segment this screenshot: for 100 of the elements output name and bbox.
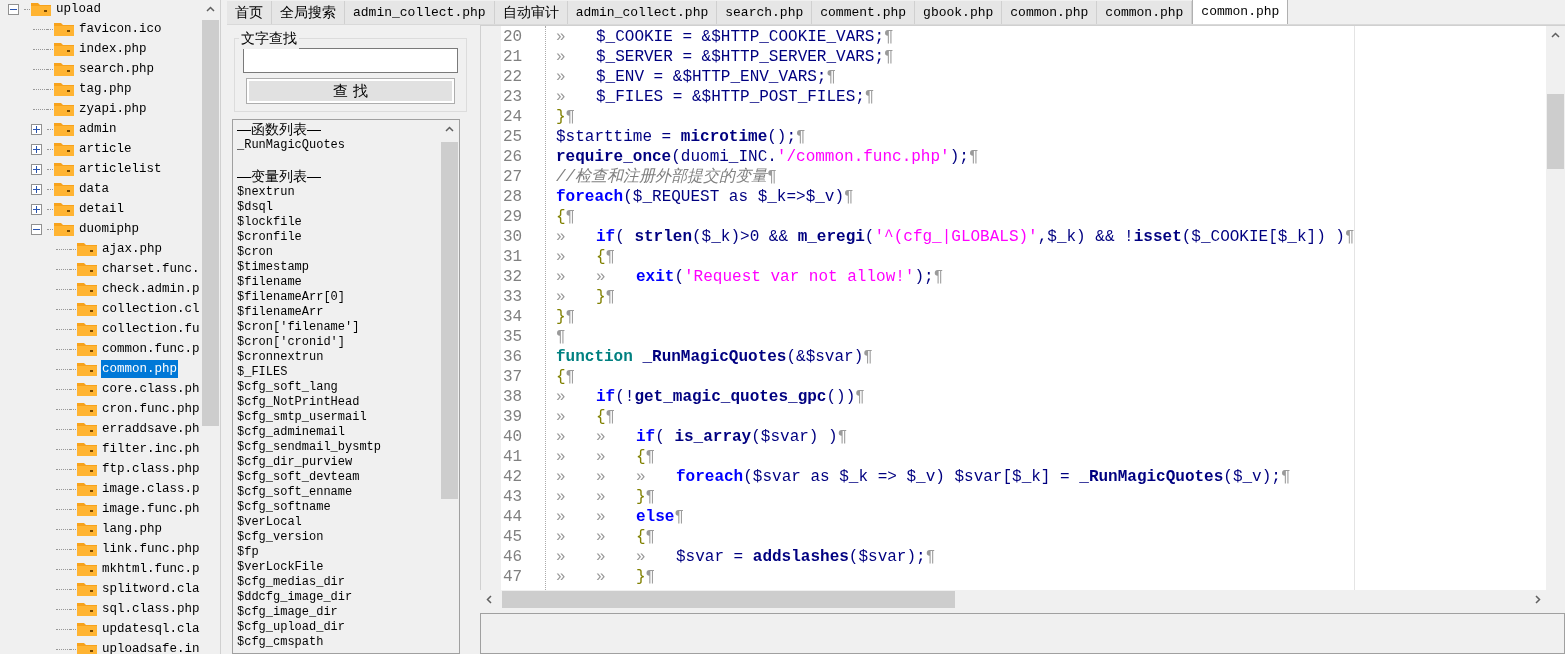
tab[interactable]: common.php: [1192, 0, 1289, 24]
tree-item[interactable]: sql.class.php: [101, 600, 201, 618]
tree-item[interactable]: upload: [55, 0, 102, 18]
tree-item[interactable]: uploadsafe.in: [101, 640, 201, 654]
symbol-item[interactable]: $cfg_cmspath: [237, 635, 440, 650]
scroll-thumb[interactable]: [1547, 94, 1564, 169]
symbol-item[interactable]: $fp: [237, 545, 440, 560]
tree-item[interactable]: core.class.ph: [101, 380, 201, 398]
symbol-item[interactable]: $verLocal: [237, 515, 440, 530]
symbol-item[interactable]: $cfg_NotPrintHead: [237, 395, 440, 410]
scroll-up-icon[interactable]: [206, 6, 215, 12]
symbol-item[interactable]: $lockfile: [237, 215, 440, 230]
code-line: //检查和注册外部提交的变量¶: [556, 167, 777, 187]
tab[interactable]: 全局搜索: [272, 1, 345, 24]
expand-toggle[interactable]: [31, 183, 42, 195]
symbol-item[interactable]: $cronnextrun: [237, 350, 440, 365]
scroll-thumb[interactable]: [441, 142, 458, 499]
symbol-item[interactable]: $cron['filename']: [237, 320, 440, 335]
tab[interactable]: common.php: [1002, 1, 1098, 24]
tree-item[interactable]: admin: [78, 120, 118, 138]
symbol-item[interactable]: $cfg_version: [237, 530, 440, 545]
tree-item[interactable]: image.class.p: [101, 480, 201, 498]
tree-item[interactable]: erraddsave.ph: [101, 420, 201, 438]
symbol-item[interactable]: $ddcfg_image_dir: [237, 590, 440, 605]
symbol-item[interactable]: $cfg_medias_dir: [237, 575, 440, 590]
tree-item[interactable]: collection.cl: [101, 300, 201, 318]
tree-item[interactable]: updatesql.cla: [101, 620, 201, 638]
tree-item[interactable]: check.admin.p: [101, 280, 201, 298]
symbol-item[interactable]: $cfg_soft_enname: [237, 485, 440, 500]
symbol-item[interactable]: $cfg_smtp_usermail: [237, 410, 440, 425]
symbol-item[interactable]: $filenameArr[0]: [237, 290, 440, 305]
expand-toggle[interactable]: [31, 143, 42, 155]
scroll-up-icon[interactable]: [1551, 32, 1560, 38]
tab[interactable]: admin_collect.php: [345, 1, 495, 24]
symbol-item[interactable]: $cron: [237, 245, 440, 260]
tree-item[interactable]: common.func.p: [101, 340, 201, 358]
tree-item[interactable]: favicon.ico: [78, 20, 163, 38]
symbol-item[interactable]: $cron['cronid']: [237, 335, 440, 350]
expand-toggle[interactable]: [31, 123, 42, 135]
symbol-item[interactable]: $filename: [237, 275, 440, 290]
symbol-item[interactable]: $cfg_softname: [237, 500, 440, 515]
tree-item[interactable]: common.php: [101, 360, 178, 378]
tree-item[interactable]: mkhtml.func.p: [101, 560, 201, 578]
tree-item[interactable]: zyapi.php: [78, 100, 148, 118]
tree-item[interactable]: link.func.php: [101, 540, 201, 558]
folder-icon: [76, 501, 98, 517]
symbol-item[interactable]: $verLockFile: [237, 560, 440, 575]
tree-item[interactable]: index.php: [78, 40, 148, 58]
tab[interactable]: search.php: [717, 1, 813, 24]
symbol-item[interactable]: $dsql: [237, 200, 440, 215]
tree-item[interactable]: charset.func.: [101, 260, 201, 278]
symbol-item[interactable]: $cfg_soft_lang: [237, 380, 440, 395]
symbol-item[interactable]: $cfg_upload_dir: [237, 620, 440, 635]
tab[interactable]: comment.php: [812, 1, 916, 24]
tree-item[interactable]: ajax.php: [101, 240, 163, 258]
expand-toggle[interactable]: [31, 163, 42, 175]
tab[interactable]: admin_collect.php: [567, 1, 718, 24]
symbol-item[interactable]: $timestamp: [237, 260, 440, 275]
expand-toggle[interactable]: [31, 203, 42, 215]
scroll-left-icon[interactable]: [486, 595, 492, 604]
symbol-item[interactable]: _RunMagicQuotes: [237, 138, 440, 153]
folder-icon: [76, 421, 98, 437]
tree-item[interactable]: articlelist: [78, 160, 163, 178]
collapse-toggle[interactable]: [31, 223, 42, 235]
tab[interactable]: 自动审计: [494, 1, 568, 24]
tree-item[interactable]: collection.fu: [101, 320, 201, 338]
tab[interactable]: 首页: [227, 1, 272, 24]
tree-item[interactable]: detail: [78, 200, 125, 218]
symbol-item[interactable]: $cronfile: [237, 230, 440, 245]
tree-item[interactable]: data: [78, 180, 110, 198]
search-button[interactable]: 查 找: [246, 78, 455, 104]
tab[interactable]: gbook.php: [915, 1, 1003, 24]
tree-item[interactable]: image.func.ph: [101, 500, 201, 518]
tree-item[interactable]: cron.func.php: [101, 400, 201, 418]
tab[interactable]: common.php: [1097, 1, 1193, 24]
collapse-toggle[interactable]: [8, 3, 19, 15]
code-editor[interactable]: [501, 26, 1546, 590]
symbol-item[interactable]: $cfg_adminemail: [237, 425, 440, 440]
scroll-thumb[interactable]: [502, 591, 955, 608]
tree-item[interactable]: tag.php: [78, 80, 133, 98]
symbol-item[interactable]: $cfg_sendmail_bysmtp: [237, 440, 440, 455]
symbol-item[interactable]: $cfg_dir_purview: [237, 455, 440, 470]
symbol-item[interactable]: $cfg_image_dir: [237, 605, 440, 620]
symbol-item[interactable]: $_FILES: [237, 365, 440, 380]
tree-item[interactable]: filter.inc.ph: [101, 440, 201, 458]
tree-item[interactable]: splitword.cla: [101, 580, 201, 598]
symbol-item[interactable]: $cfg_soft_devteam: [237, 470, 440, 485]
tree-item[interactable]: article: [78, 140, 133, 158]
tree-item[interactable]: ftp.class.php: [101, 460, 201, 478]
tree-item[interactable]: search.php: [78, 60, 155, 78]
line-number: 27: [502, 167, 523, 187]
scroll-up-icon[interactable]: [445, 126, 454, 132]
tree-item[interactable]: lang.php: [101, 520, 163, 538]
tree-item[interactable]: duomiphp: [78, 220, 140, 238]
scroll-thumb[interactable]: [202, 20, 219, 426]
code-line: » if(!get_magic_quotes_gpc())¶: [556, 387, 865, 407]
symbol-item[interactable]: $filenameArr: [237, 305, 440, 320]
search-field[interactable]: [243, 48, 458, 73]
scroll-right-icon[interactable]: [1535, 595, 1541, 604]
symbol-item[interactable]: $nextrun: [237, 185, 440, 200]
